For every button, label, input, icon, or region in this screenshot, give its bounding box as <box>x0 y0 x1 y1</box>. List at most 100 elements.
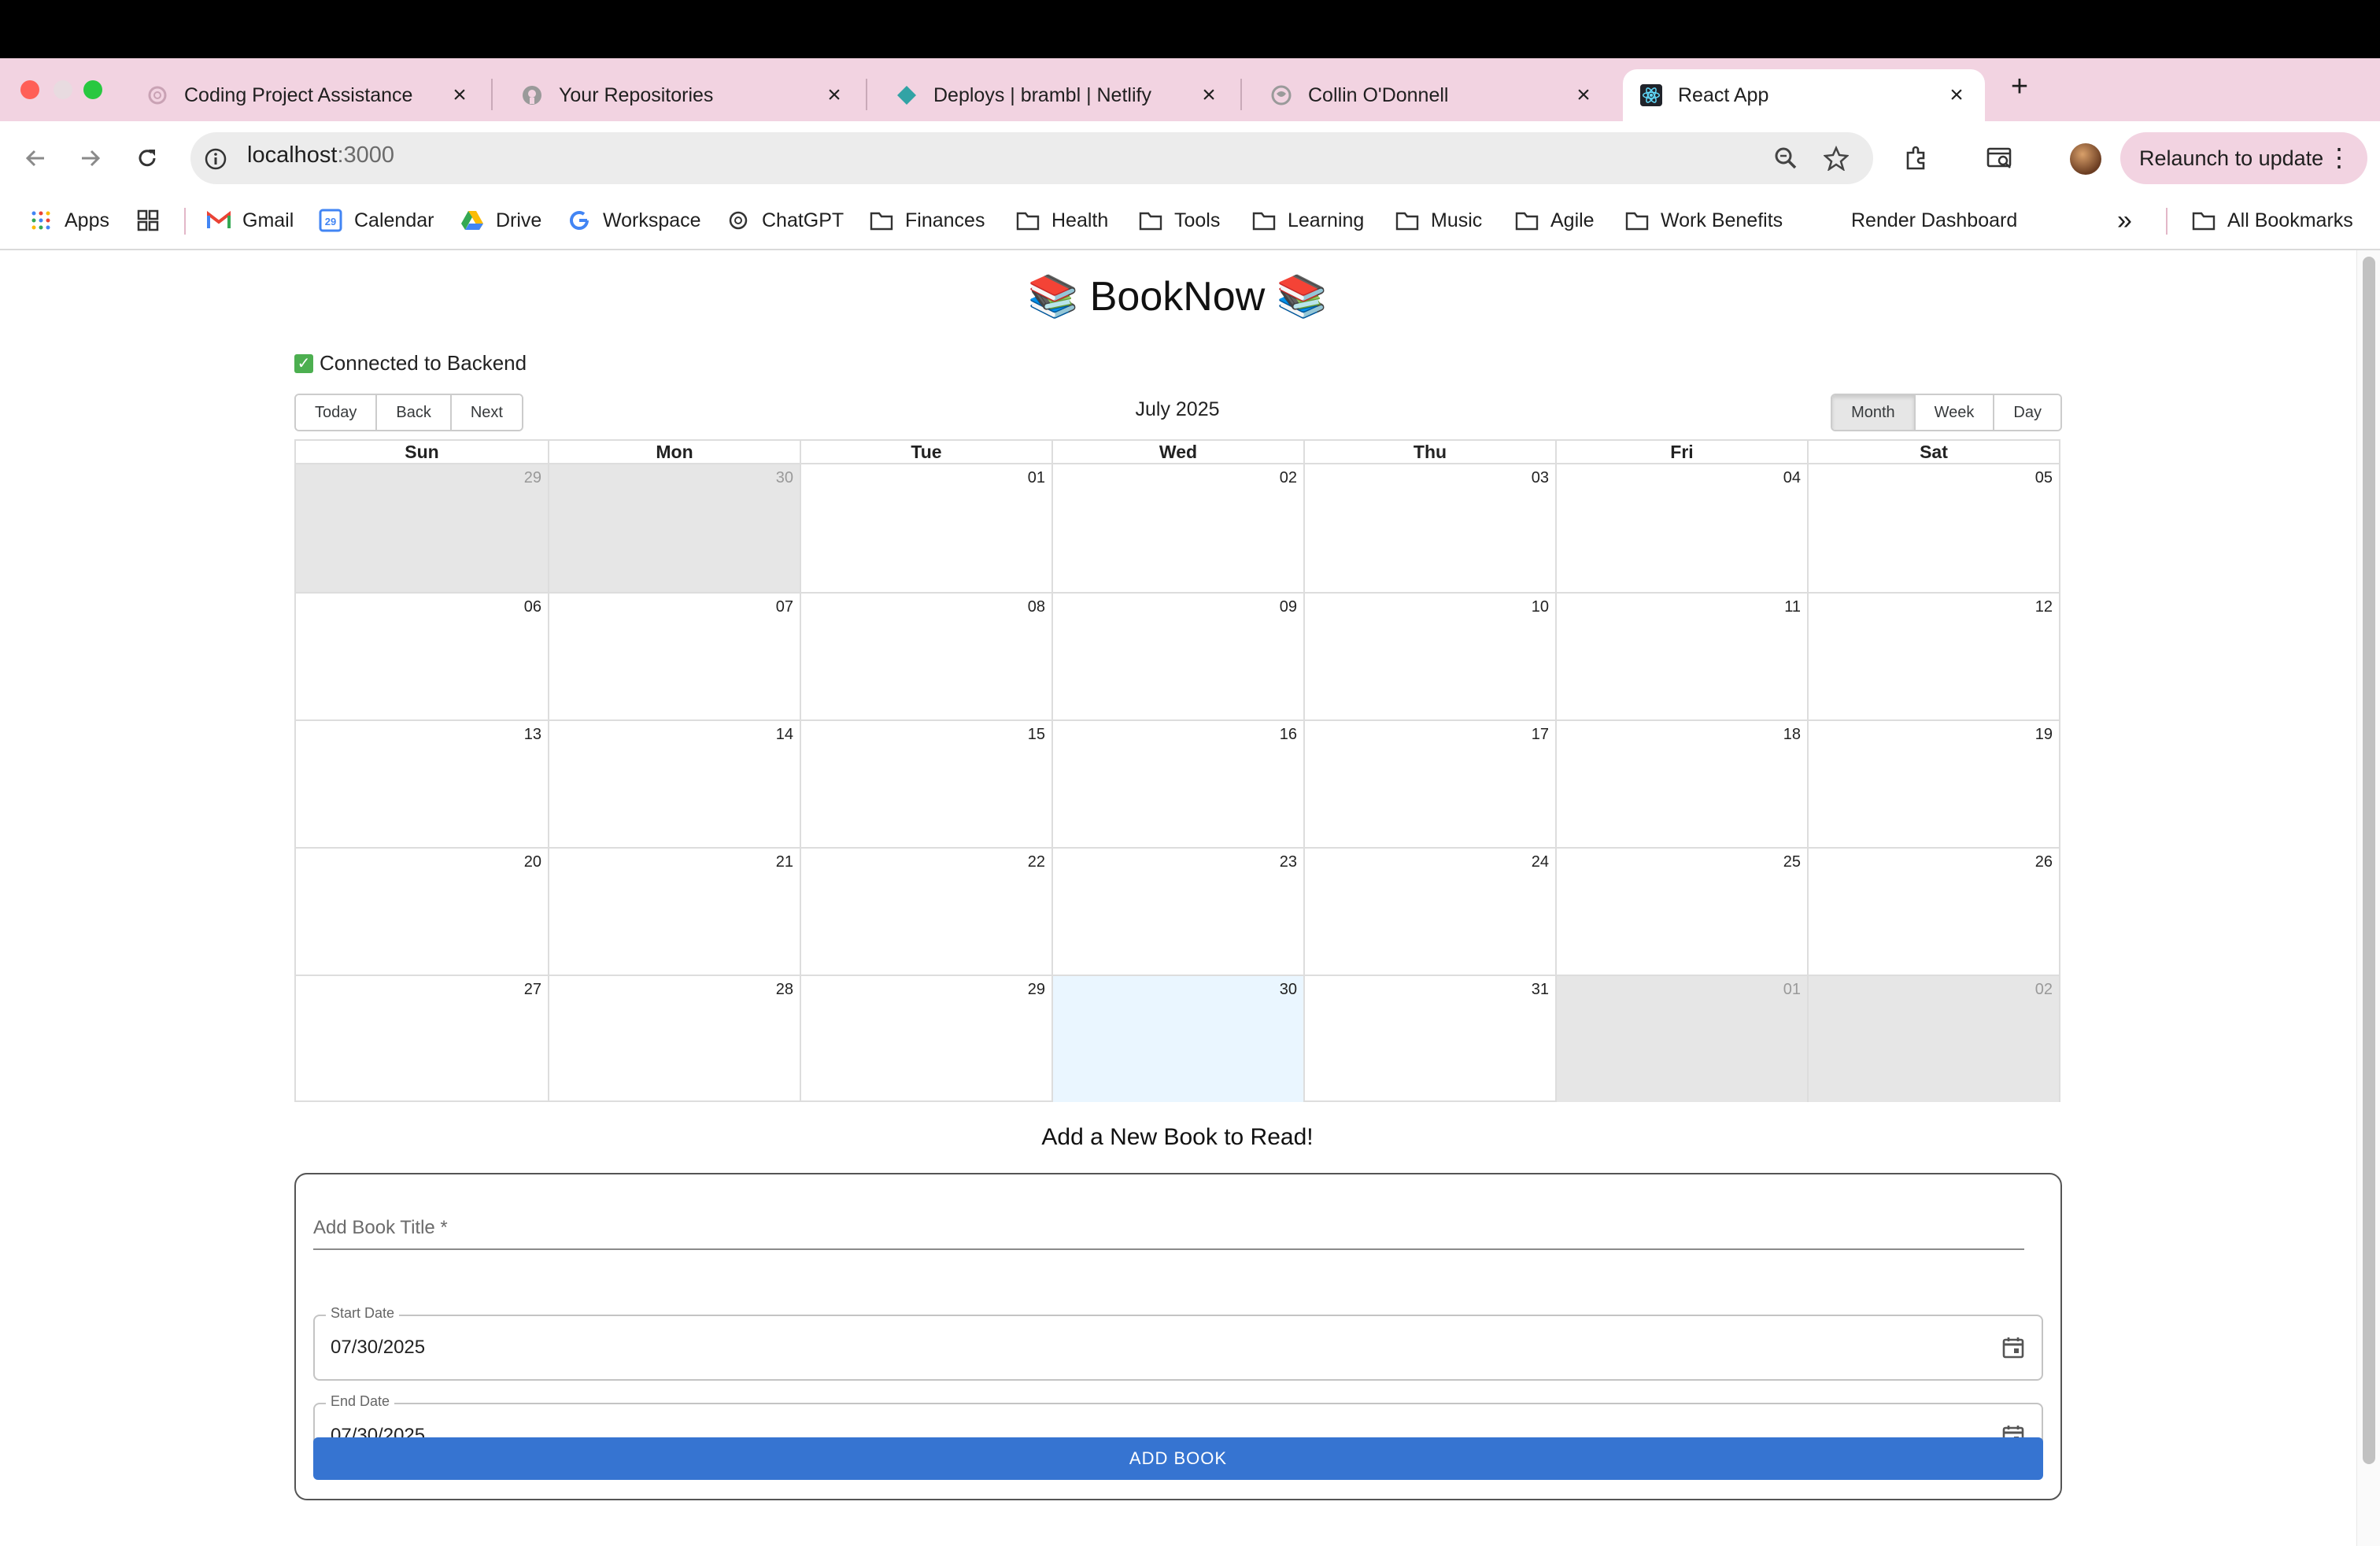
bookmark-folder-work-benefits[interactable]: Work Benefits <box>1624 206 1783 235</box>
calendar-day-number[interactable]: 09 <box>1280 598 1297 616</box>
calendar-day-cell[interactable]: 29 <box>296 464 548 592</box>
calendar-day-number[interactable]: 13 <box>524 726 541 743</box>
tab-coding-project-assistance[interactable]: Coding Project Assistance × <box>129 69 488 121</box>
new-tab-button[interactable]: + <box>2004 71 2035 102</box>
calendar-day-number[interactable]: 29 <box>1028 981 1045 998</box>
bookmark-folder-music[interactable]: Music <box>1395 206 1482 235</box>
calendar-day-cell[interactable]: 20 <box>296 847 548 975</box>
close-tab-icon[interactable]: × <box>1946 82 1968 109</box>
bookmark-drive[interactable]: Drive <box>460 206 541 235</box>
calendar-day-cell[interactable]: 30 <box>1051 975 1303 1102</box>
tab-collin-odonnell[interactable]: Collin O'Donnell × <box>1253 69 1612 121</box>
calendar-day-cell[interactable]: 02 <box>1807 975 2059 1102</box>
address-bar[interactable] <box>190 132 1873 184</box>
calendar-day-number[interactable]: 27 <box>524 981 541 998</box>
tab-groups-grid-button[interactable] <box>135 206 172 235</box>
calendar-day-number[interactable]: 29 <box>524 469 541 486</box>
bookmark-chatgpt[interactable]: ChatGPT <box>726 206 844 235</box>
bookmark-calendar[interactable]: 29 Calendar <box>318 206 434 235</box>
close-window-button[interactable] <box>20 80 39 99</box>
more-menu-icon[interactable]: ⋮ <box>2326 142 2352 173</box>
calendar-day-number[interactable]: 07 <box>776 598 793 616</box>
calendar-day-number[interactable]: 30 <box>776 469 793 486</box>
calendar-day-number[interactable]: 15 <box>1028 726 1045 743</box>
close-tab-icon[interactable]: × <box>1572 82 1595 109</box>
week-view-button[interactable]: Week <box>1915 395 1995 430</box>
tab-search-icon[interactable] <box>1982 140 2018 176</box>
calendar-day-cell[interactable]: 25 <box>1555 847 1807 975</box>
bookmark-folder-tools[interactable]: Tools <box>1138 206 1220 235</box>
calendar-day-number[interactable]: 01 <box>1028 469 1045 486</box>
close-tab-icon[interactable]: × <box>449 82 471 109</box>
calendar-day-number[interactable]: 31 <box>1532 981 1549 998</box>
close-tab-icon[interactable]: × <box>1198 82 1220 109</box>
bookmark-render-dashboard[interactable]: Render Dashboard <box>1851 206 2017 235</box>
site-info-icon[interactable] <box>203 146 228 172</box>
back-arrow-icon[interactable] <box>17 140 54 176</box>
calendar-day-cell[interactable]: 22 <box>800 847 1051 975</box>
forward-arrow-icon[interactable] <box>72 140 109 176</box>
bookmarks-overflow-button[interactable]: » <box>2117 205 2132 235</box>
calendar-day-cell[interactable]: 23 <box>1051 847 1303 975</box>
calendar-day-number[interactable]: 03 <box>1532 469 1549 486</box>
calendar-day-number[interactable]: 14 <box>776 726 793 743</box>
calendar-day-cell[interactable]: 24 <box>1303 847 1555 975</box>
add-book-button[interactable]: ADD BOOK <box>313 1437 2043 1480</box>
calendar-day-number[interactable]: 28 <box>776 981 793 998</box>
calendar-day-number[interactable]: 11 <box>1784 598 1801 616</box>
minimize-window-button[interactable] <box>54 80 72 99</box>
bookmark-apps[interactable]: Apps <box>28 206 109 235</box>
calendar-day-number[interactable]: 21 <box>776 853 793 871</box>
calendar-day-cell[interactable]: 19 <box>1807 719 2059 847</box>
day-view-button[interactable]: Day <box>1994 395 2060 430</box>
calendar-day-number[interactable]: 26 <box>2035 853 2053 871</box>
calendar-day-cell[interactable]: 07 <box>548 592 800 719</box>
calendar-day-cell[interactable]: 02 <box>1051 464 1303 592</box>
calendar-day-cell[interactable]: 09 <box>1051 592 1303 719</box>
tab-netlify-deploys[interactable]: Deploys | brambl | Netlify × <box>878 69 1237 121</box>
calendar-day-cell[interactable]: 29 <box>800 975 1051 1102</box>
reload-icon[interactable] <box>129 140 165 176</box>
calendar-day-cell[interactable]: 10 <box>1303 592 1555 719</box>
calendar-day-cell[interactable]: 17 <box>1303 719 1555 847</box>
calendar-day-cell[interactable]: 05 <box>1807 464 2059 592</box>
tab-your-repositories[interactable]: Your Repositories × <box>504 69 863 121</box>
calendar-day-cell[interactable]: 12 <box>1807 592 2059 719</box>
calendar-day-number[interactable]: 18 <box>1783 726 1801 743</box>
calendar-day-cell[interactable]: 15 <box>800 719 1051 847</box>
calendar-day-cell[interactable]: 14 <box>548 719 800 847</box>
bookmark-star-icon[interactable] <box>1818 140 1854 176</box>
calendar-day-cell[interactable]: 04 <box>1555 464 1807 592</box>
calendar-day-cell[interactable]: 26 <box>1807 847 2059 975</box>
bookmark-folder-agile[interactable]: Agile <box>1514 206 1595 235</box>
calendar-day-cell[interactable]: 11 <box>1555 592 1807 719</box>
calendar-day-cell[interactable]: 16 <box>1051 719 1303 847</box>
calendar-day-cell[interactable]: 28 <box>548 975 800 1102</box>
calendar-day-number[interactable]: 06 <box>524 598 541 616</box>
calendar-day-cell[interactable]: 27 <box>296 975 548 1102</box>
close-tab-icon[interactable]: × <box>823 82 845 109</box>
extensions-puzzle-icon[interactable] <box>1898 140 1935 176</box>
calendar-day-number[interactable]: 23 <box>1280 853 1297 871</box>
start-date-value[interactable]: 07/30/2025 <box>331 1337 425 1359</box>
page-scrollbar-thumb[interactable] <box>2363 257 2375 1464</box>
calendar-day-number[interactable]: 22 <box>1028 853 1045 871</box>
profile-avatar[interactable] <box>2070 143 2101 175</box>
book-title-input[interactable] <box>313 1209 2024 1250</box>
bookmark-gmail[interactable]: Gmail <box>206 206 294 235</box>
calendar-day-number[interactable]: 16 <box>1280 726 1297 743</box>
url-text[interactable]: localhost:3000 <box>247 142 394 168</box>
calendar-day-cell[interactable]: 06 <box>296 592 548 719</box>
tab-react-app[interactable]: React App × <box>1623 69 1985 121</box>
bookmark-workspace[interactable]: Workspace <box>567 206 701 235</box>
calendar-day-cell[interactable]: 21 <box>548 847 800 975</box>
calendar-day-number[interactable]: 05 <box>2035 469 2053 486</box>
calendar-day-cell[interactable]: 01 <box>800 464 1051 592</box>
calendar-day-number[interactable]: 17 <box>1532 726 1549 743</box>
calendar-day-cell[interactable]: 01 <box>1555 975 1807 1102</box>
calendar-day-number[interactable]: 24 <box>1532 853 1549 871</box>
calendar-day-number[interactable]: 02 <box>2035 981 2053 998</box>
calendar-day-cell[interactable]: 30 <box>548 464 800 592</box>
calendar-day-number[interactable]: 08 <box>1028 598 1045 616</box>
calendar-day-number[interactable]: 30 <box>1280 981 1297 998</box>
